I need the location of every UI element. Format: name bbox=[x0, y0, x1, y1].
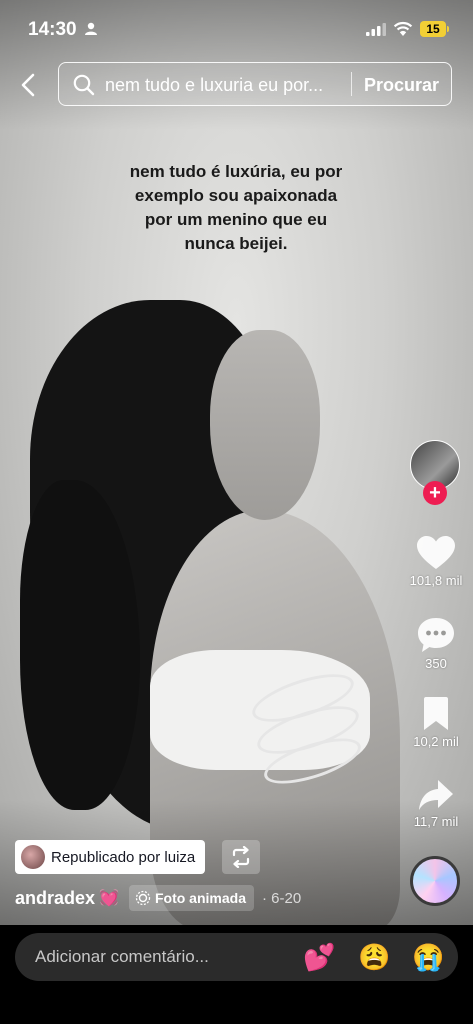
search-input[interactable]: nem tudo e luxuria eu por... Procurar bbox=[58, 62, 452, 106]
search-button[interactable]: Procurar bbox=[364, 75, 439, 96]
comment-count: 350 bbox=[425, 656, 447, 671]
post-photo[interactable] bbox=[0, 0, 473, 925]
status-bar: 14:30 15 bbox=[0, 0, 473, 60]
comment-input[interactable]: Adicionar comentário... 💕 😩 😭 bbox=[15, 933, 458, 981]
share-icon bbox=[419, 780, 453, 810]
signal-icon bbox=[366, 23, 386, 36]
comment-button[interactable]: 350 bbox=[404, 616, 468, 671]
like-count: 101,8 mil bbox=[409, 573, 463, 588]
photo-animated-label: Foto animada bbox=[154, 890, 246, 906]
comment-icon bbox=[418, 618, 454, 652]
battery-indicator: 15 bbox=[420, 21, 446, 37]
caption-line: nunca beijei. bbox=[184, 234, 288, 253]
emoji-two-hearts[interactable]: 💕 bbox=[303, 943, 335, 971]
comment-bar: Adicionar comentário... 💕 😩 😭 bbox=[0, 925, 473, 1024]
heart-icon bbox=[417, 536, 455, 569]
caption-line: exemplo sou apaixonada bbox=[134, 186, 338, 205]
search-divider bbox=[351, 72, 352, 96]
author-username[interactable]: andradex bbox=[15, 888, 95, 909]
caption-line: nem tudo é luxúria, eu por bbox=[129, 162, 343, 181]
post-meta: andradex 💓 Foto animada · 6-20 bbox=[15, 884, 301, 912]
repost-icon bbox=[232, 846, 250, 868]
search-query: nem tudo e luxuria eu por... bbox=[105, 75, 324, 95]
save-count: 10,2 mil bbox=[413, 734, 459, 749]
caption-line: por um menino que eu bbox=[144, 210, 328, 229]
search-icon bbox=[73, 74, 95, 96]
photo-animated-tag[interactable]: Foto animada bbox=[128, 885, 254, 911]
share-button[interactable]: 11,7 mil bbox=[404, 778, 468, 829]
status-time: 14:30 bbox=[28, 19, 77, 40]
reposter-avatar bbox=[21, 845, 45, 869]
photo-face-shape bbox=[210, 330, 320, 520]
battery-tip bbox=[447, 26, 449, 32]
comment-placeholder: Adicionar comentário... bbox=[35, 947, 209, 966]
wifi-icon bbox=[393, 21, 413, 36]
follow-button[interactable]: + bbox=[423, 481, 447, 505]
music-disc[interactable] bbox=[410, 856, 460, 906]
save-button[interactable]: 10,2 mil bbox=[404, 696, 468, 749]
back-icon bbox=[21, 73, 35, 97]
post-date: · 6-20 bbox=[261, 889, 302, 907]
emoji-crying-face[interactable]: 😭 bbox=[412, 943, 444, 971]
back-button[interactable] bbox=[14, 68, 44, 102]
caption-overlay: nem tudo é luxúria, eu por exemplo sou a… bbox=[86, 160, 386, 256]
repost-chip[interactable]: Republicado por luiza bbox=[15, 840, 206, 874]
share-count: 11,7 mil bbox=[413, 814, 459, 829]
bookmark-icon bbox=[424, 697, 448, 730]
repost-button[interactable] bbox=[222, 840, 260, 874]
username-emoji: 💓 bbox=[99, 890, 119, 907]
emoji-weary-face[interactable]: 😩 bbox=[358, 943, 390, 971]
repost-label: Republicado por luiza bbox=[51, 848, 196, 866]
photo-animated-icon bbox=[135, 890, 151, 906]
like-button[interactable]: 101,8 mil bbox=[404, 535, 468, 588]
person-icon bbox=[85, 22, 97, 35]
